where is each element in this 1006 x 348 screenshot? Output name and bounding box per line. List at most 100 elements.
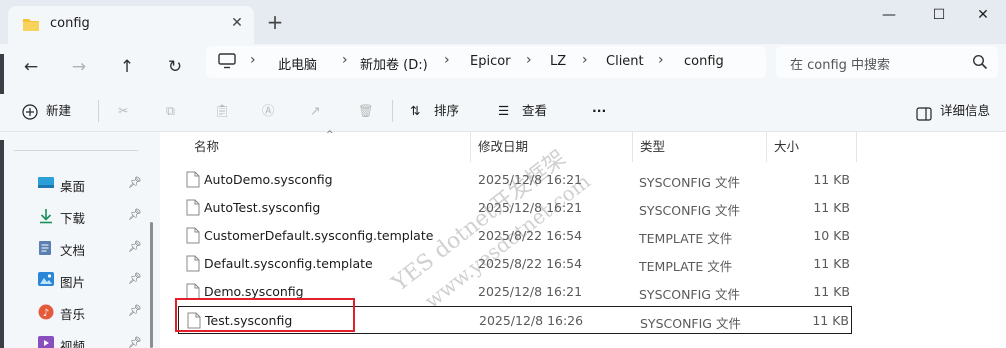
pin-icon[interactable]: 📌︎	[128, 208, 142, 221]
file-size: 11 KB	[813, 200, 850, 215]
file-name: CustomerDefault.sysconfig.template	[204, 228, 434, 243]
details-label: 详细信息	[940, 103, 991, 118]
sort-icon: ⇅	[410, 103, 421, 118]
title-bar: config ✕ + — ☐ ✕	[0, 0, 1006, 44]
file-modified: 2025/12/8 16:21	[478, 284, 583, 299]
file-size: 11 KB	[812, 313, 849, 328]
edge-decoration	[0, 54, 4, 94]
breadcrumb-lz[interactable]: LZ	[550, 54, 566, 69]
delete-icon[interactable]: 🗑︎	[358, 98, 374, 124]
chevron-right-icon: ›	[582, 52, 588, 68]
pin-icon[interactable]: 📌︎	[128, 272, 142, 285]
refresh-icon[interactable]: ↻	[160, 52, 190, 82]
sidebar-item-pictures[interactable]: 图片 📌︎	[0, 266, 150, 298]
paste-icon[interactable]: 📋︎	[214, 98, 230, 124]
share-icon[interactable]: ↗	[310, 98, 320, 124]
navigation-pane: 桌面 📌︎ 下载 📌︎ 文档 📌︎ 图片 📌︎ ♪ 音乐 📌︎ 视频 📌︎	[0, 132, 160, 348]
breadcrumb-this-pc[interactable]: 此电脑	[278, 54, 317, 73]
search-placeholder: 在 config 中搜索	[790, 58, 891, 73]
file-row[interactable]: Default.sysconfig.template 2025/8/22 16:…	[178, 250, 852, 278]
file-size: 11 KB	[813, 172, 850, 187]
sidebar-item-music[interactable]: ♪ 音乐 📌︎	[0, 298, 150, 330]
column-header-type[interactable]: 类型	[640, 132, 665, 162]
details-pane-icon	[916, 104, 932, 130]
file-type: SYSCONFIG 文件	[639, 175, 740, 190]
new-tab-button[interactable]: +	[262, 10, 288, 34]
file-type: TEMPLATE 文件	[639, 259, 733, 274]
file-icon	[186, 171, 200, 191]
view-list-icon: ☰	[498, 103, 510, 118]
file-name: Demo.sysconfig	[204, 284, 304, 299]
view-label: 查看	[522, 103, 548, 118]
command-bar: 新建 ✂ ⧉ 📋︎ Ⓐ ↗ 🗑︎ ⇅ 排序 ☰ 查看 ··· 详细信息	[0, 90, 1006, 132]
close-window-button[interactable]: ✕	[960, 2, 1006, 28]
svg-text:♪: ♪	[43, 308, 49, 319]
column-header-modified[interactable]: 修改日期	[478, 132, 528, 162]
copy-icon[interactable]: ⧉	[166, 98, 175, 124]
breadcrumb-drive-d[interactable]: 新加卷 (D:)	[360, 54, 428, 73]
chevron-right-icon: ›	[444, 52, 450, 68]
back-arrow-icon[interactable]: ←	[16, 52, 46, 82]
file-size: 11 KB	[813, 256, 850, 271]
file-type: SYSCONFIG 文件	[639, 203, 740, 218]
monitor-icon	[218, 53, 236, 72]
documents-icon	[38, 240, 54, 256]
videos-icon	[38, 336, 54, 348]
cut-icon[interactable]: ✂	[118, 98, 128, 124]
breadcrumb-epicor[interactable]: Epicor	[470, 54, 511, 69]
tab-close-icon[interactable]: ✕	[226, 12, 248, 34]
file-size: 11 KB	[813, 284, 850, 299]
file-modified: 2025/12/8 16:26	[479, 313, 584, 328]
forward-arrow-icon[interactable]: →	[64, 52, 94, 82]
breadcrumb-config[interactable]: config	[684, 54, 724, 69]
add-circle-icon	[22, 103, 38, 129]
chevron-right-icon: ›	[526, 52, 532, 68]
up-arrow-icon[interactable]: ↑	[112, 52, 142, 82]
chevron-right-icon: ›	[658, 52, 664, 68]
file-icon	[186, 199, 200, 219]
column-header-size[interactable]: 大小	[774, 132, 799, 162]
pin-icon[interactable]: 📌︎	[128, 304, 142, 317]
folder-icon	[22, 16, 40, 35]
file-type: TEMPLATE 文件	[639, 231, 733, 246]
sort-label: 排序	[434, 103, 460, 118]
pin-icon[interactable]: 📌︎	[128, 336, 142, 348]
file-size: 10 KB	[813, 228, 850, 243]
pictures-icon	[38, 272, 54, 288]
file-name: AutoTest.sysconfig	[204, 200, 321, 215]
file-type: SYSCONFIG 文件	[640, 316, 741, 331]
tab-config[interactable]: config ✕	[8, 6, 254, 44]
sidebar-item-desktop[interactable]: 桌面 📌︎	[0, 170, 150, 202]
pin-icon[interactable]: 📌︎	[128, 240, 142, 253]
annotation-highlight-box	[175, 298, 355, 332]
file-icon	[186, 227, 200, 247]
more-options-button[interactable]: ···	[592, 98, 606, 124]
navigation-bar: ← → ↑ ↻ › 此电脑 › 新加卷 (D:) › Epicor › LZ ›…	[0, 44, 1006, 90]
search-icon[interactable]	[972, 54, 988, 73]
maximize-button[interactable]: ☐	[916, 2, 962, 28]
edge-decoration	[0, 140, 4, 348]
new-label: 新建	[46, 103, 72, 118]
sidebar-item-videos[interactable]: 视频 📌︎	[0, 330, 150, 348]
sort-ascending-icon: ^	[326, 130, 334, 140]
breadcrumb-client[interactable]: Client	[606, 54, 644, 69]
sidebar-item-label: 音乐	[60, 307, 86, 322]
chevron-right-icon: ›	[342, 52, 348, 68]
rename-icon[interactable]: Ⓐ	[262, 98, 275, 124]
sidebar-item-label: 文档	[60, 243, 86, 258]
minimize-button[interactable]: —	[866, 2, 912, 28]
file-type: SYSCONFIG 文件	[639, 287, 740, 302]
sidebar-item-label: 下载	[60, 211, 86, 226]
music-icon: ♪	[38, 304, 54, 320]
sidebar-item-label: 图片	[60, 275, 86, 290]
address-bar[interactable]: › 此电脑 › 新加卷 (D:) › Epicor › LZ › Client …	[206, 46, 766, 78]
column-header-name[interactable]: 名称	[194, 132, 219, 162]
sidebar-item-downloads[interactable]: 下载 📌︎	[0, 202, 150, 234]
sidebar-scrollbar[interactable]	[150, 222, 153, 348]
sidebar-item-documents[interactable]: 文档 📌︎	[0, 234, 150, 266]
search-input[interactable]: 在 config 中搜索	[776, 46, 998, 78]
file-name: AutoDemo.sysconfig	[204, 172, 333, 187]
desktop-icon	[38, 176, 54, 192]
file-name: Default.sysconfig.template	[204, 256, 373, 271]
pin-icon[interactable]: 📌︎	[128, 176, 142, 189]
